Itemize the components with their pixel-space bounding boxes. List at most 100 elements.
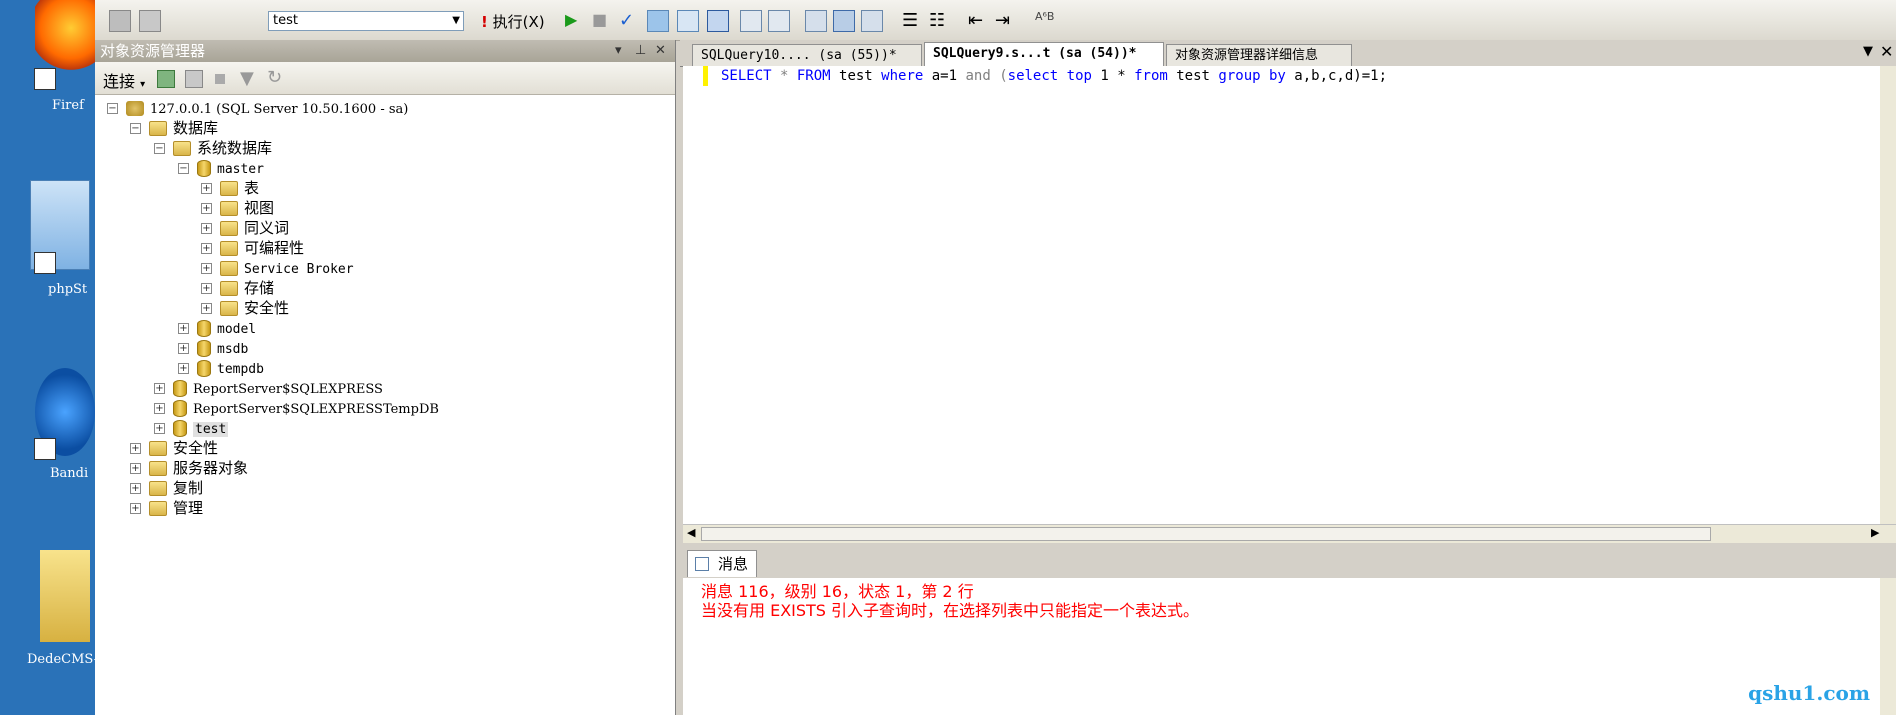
messages-pane[interactable]: 消息 116，级别 16，状态 1，第 2 行 当没有用 EXISTS 引入子查…	[683, 578, 1880, 715]
refresh-icon[interactable]: ↻	[267, 67, 282, 88]
tree-node-tables[interactable]: + 表	[201, 178, 259, 198]
actual-plan-icon[interactable]	[861, 10, 883, 32]
collapse-icon[interactable]: −	[130, 123, 141, 134]
tree-label: 管理	[173, 499, 204, 517]
close-icon[interactable]: ✕	[655, 40, 666, 62]
connect-button[interactable]: 连接 ▾	[103, 68, 145, 92]
new-query-icon[interactable]	[109, 10, 131, 32]
disconnect-icon[interactable]	[185, 70, 203, 88]
stop-icon[interactable]	[215, 74, 225, 84]
scroll-left-icon[interactable]: ◀	[687, 526, 695, 539]
results-file-icon[interactable]	[805, 10, 827, 32]
firefox-icon[interactable]	[35, 0, 95, 70]
connect-engine-icon[interactable]	[157, 70, 175, 88]
tree-node-databases[interactable]: − 数据库	[130, 118, 218, 138]
query-plan-icon[interactable]	[647, 10, 669, 32]
tree-node-reportserver-tempdb[interactable]: + ReportServer$SQLEXPRESSTempDB	[154, 398, 439, 418]
tree-node-management[interactable]: + 管理	[130, 498, 203, 518]
tree-node-programmability[interactable]: + 可编程性	[201, 238, 304, 258]
tree-node-security[interactable]: + 安全性	[130, 438, 218, 458]
collapse-icon[interactable]: −	[178, 163, 189, 174]
expand-icon[interactable]: +	[154, 423, 165, 434]
editor-vertical-scrollbar[interactable]	[1880, 66, 1896, 524]
expand-icon[interactable]: +	[201, 283, 212, 294]
results-text-icon[interactable]	[768, 10, 790, 32]
sql-token: a,b,c,d)=1;	[1285, 68, 1388, 84]
filter-icon[interactable]: ▼	[240, 68, 254, 89]
messages-vertical-scrollbar[interactable]	[1880, 578, 1896, 715]
expand-icon[interactable]: +	[201, 263, 212, 274]
pin-icon[interactable]: ⊥	[635, 40, 646, 62]
comment-icon[interactable]: ☰	[902, 10, 924, 32]
expand-icon[interactable]: +	[178, 323, 189, 334]
scroll-right-icon[interactable]: ▶	[1871, 526, 1879, 539]
execute-button[interactable]: ! 执行(X)	[481, 11, 545, 32]
debug-play-icon[interactable]: ▶	[565, 10, 587, 32]
tree-label: msdb	[217, 342, 249, 357]
expand-icon[interactable]: +	[130, 503, 141, 514]
tree-label: 视图	[244, 199, 275, 217]
shortcut-arrow-icon	[34, 252, 56, 274]
tree-label: model	[217, 322, 257, 337]
tab-messages[interactable]: 消息	[687, 550, 758, 577]
decrease-indent-icon[interactable]: ⇤	[968, 10, 990, 32]
results-tabs: 消息	[683, 546, 1896, 579]
expand-icon[interactable]: +	[154, 403, 165, 414]
expand-icon[interactable]: +	[201, 223, 212, 234]
stop-icon[interactable]: ■	[592, 10, 614, 32]
tree-node-system-databases[interactable]: − 系统数据库	[154, 138, 272, 158]
folder-icon[interactable]	[40, 550, 90, 642]
disconnect-icon[interactable]	[139, 10, 161, 32]
scrollbar-thumb[interactable]	[701, 527, 1711, 541]
parse-check-icon[interactable]: ✓	[619, 10, 641, 32]
tree-label: ReportServer$SQLEXPRESS	[193, 382, 383, 397]
shortcut-arrow-icon	[34, 68, 56, 90]
tab-list-dropdown-icon[interactable]: ▼	[1863, 44, 1873, 59]
sql-token: *	[771, 68, 797, 84]
tab-object-explorer-details[interactable]: 对象资源管理器详细信息	[1166, 44, 1352, 66]
collapse-icon[interactable]: −	[154, 143, 165, 154]
expand-icon[interactable]: +	[178, 363, 189, 374]
tree-node-synonyms[interactable]: + 同义词	[201, 218, 289, 238]
tab-sqlquery10[interactable]: SQLQuery10.... (sa (55))*	[692, 44, 922, 66]
expand-icon[interactable]: +	[130, 463, 141, 474]
tree-node-storage[interactable]: + 存储	[201, 278, 274, 298]
tree-node-tempdb[interactable]: + tempdb	[178, 358, 264, 378]
tree-node-replication[interactable]: + 复制	[130, 478, 203, 498]
editor-horizontal-scrollbar[interactable]: ◀ ▶	[683, 524, 1896, 543]
sql-code-line[interactable]: SELECT * FROM test where a=1 and (select…	[721, 68, 1387, 84]
expand-icon[interactable]: +	[201, 203, 212, 214]
tree-node-msdb[interactable]: + msdb	[178, 338, 248, 358]
results-grid-icon[interactable]	[740, 10, 762, 32]
expand-icon[interactable]: +	[201, 243, 212, 254]
tree-node-model[interactable]: + model	[178, 318, 256, 338]
tree-node-master-security[interactable]: + 安全性	[201, 298, 289, 318]
expand-icon[interactable]: +	[154, 383, 165, 394]
expand-icon[interactable]: +	[201, 183, 212, 194]
query-editor[interactable]: SELECT * FROM test where a=1 and (select…	[683, 66, 1880, 524]
tree-node-test[interactable]: + test	[154, 418, 229, 438]
tree-node-master[interactable]: − master	[178, 158, 264, 178]
close-icon[interactable]: ✕	[1880, 42, 1893, 61]
tree-node-server-objects[interactable]: + 服务器对象	[130, 458, 248, 478]
dropdown-icon[interactable]: ▾	[615, 40, 622, 62]
client-statistics-icon[interactable]	[833, 10, 855, 32]
uncomment-icon[interactable]: ☷	[929, 10, 951, 32]
increase-indent-icon[interactable]: ⇥	[995, 10, 1017, 32]
collapse-icon[interactable]: −	[107, 103, 118, 114]
database-select[interactable]: test ▼	[268, 11, 464, 31]
expand-icon[interactable]: +	[201, 303, 212, 314]
tree-node-server[interactable]: − 127.0.0.1 (SQL Server 10.50.1600 - sa)	[107, 98, 408, 118]
query-options-icon[interactable]	[677, 10, 699, 32]
tree-node-reportserver[interactable]: + ReportServer$SQLEXPRESS	[154, 378, 383, 398]
tree-node-service-broker[interactable]: + Service Broker	[201, 258, 354, 278]
folder-icon	[220, 201, 238, 216]
save-icon[interactable]	[707, 10, 729, 32]
expand-icon[interactable]: +	[130, 443, 141, 454]
tree-node-views[interactable]: + 视图	[201, 198, 274, 218]
specify-values-icon[interactable]: A⁶B	[1035, 10, 1057, 32]
tab-sqlquery9[interactable]: SQLQuery9.s...t (sa (54))*	[924, 42, 1164, 67]
expand-icon[interactable]: +	[130, 483, 141, 494]
object-explorer-tree: −127.0.0.1 (SQL Server 10.50.1600 - sa) …	[95, 96, 675, 715]
expand-icon[interactable]: +	[178, 343, 189, 354]
